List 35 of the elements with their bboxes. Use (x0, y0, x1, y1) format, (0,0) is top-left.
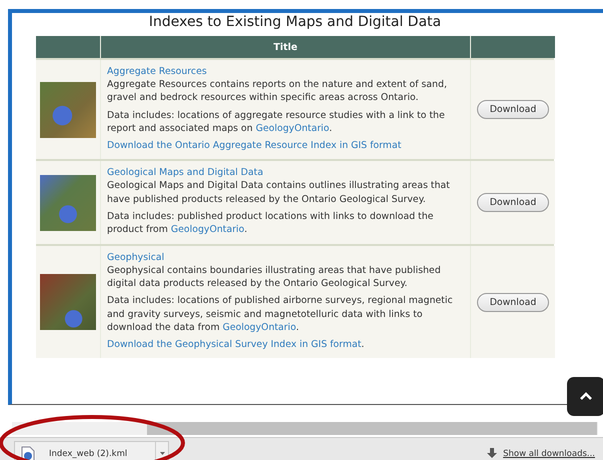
download-button[interactable]: Download (477, 292, 549, 312)
file-icon (21, 446, 35, 460)
item-title-link[interactable]: Geophysical (107, 250, 164, 264)
page-heading: Indexes to Existing Maps and Digital Data (148, 13, 442, 32)
download-button[interactable]: Download (477, 193, 549, 212)
geologyontario-link[interactable]: GeologyOntario (222, 322, 296, 333)
column-header: Title (101, 36, 470, 58)
gis-download-link[interactable]: Download the Ontario Aggregate Resource Index in GIS format (107, 140, 402, 152)
download-button[interactable]: Download (477, 100, 549, 120)
dropdown-button[interactable] (155, 442, 168, 460)
horizontal-scrollbar[interactable] (12, 422, 598, 435)
gis-download-link[interactable]: Download the Geophysical Survey Index in GIS format (107, 339, 362, 350)
data-includes-text: Data includes: locations of published airborne surveys, regional magnetic and gravity surveys, seismic and magnetotelluric data with links to download the data from GeologyOntario. (107, 294, 454, 334)
data-includes-text: Data includes: published product locations with links to download the product from GeologyOntario. (107, 210, 434, 237)
item-description: Geophysical contains boundaries illustrating areas that have published digital data products released by the Ontario Geological Survey. (107, 264, 442, 290)
item-title-link[interactable]: Aggregate Resources (107, 65, 207, 78)
item-title-link[interactable]: Geological Maps and Digital Data (107, 166, 264, 180)
header-cell (36, 36, 100, 58)
caret-icon (160, 452, 164, 455)
download-item[interactable]: Index_web (2).kml (14, 440, 169, 460)
scroll-to-top-button[interactable] (567, 377, 603, 416)
item-description: Geological Maps and Digital Data contains outlines illustrating areas that have published products released by the Ontario Geological Survey. (107, 179, 451, 206)
period-text: . (361, 339, 364, 350)
scrollbar-thumb[interactable] (147, 422, 597, 435)
chevron-up-icon (579, 392, 593, 401)
download-arrow-icon (487, 448, 498, 459)
map-thumbnail (40, 174, 96, 231)
map-thumbnail (40, 274, 96, 330)
file-name: Index_web (2).kml (49, 448, 128, 458)
data-includes-text: Data includes: locations of aggregate resource studies with a link to the report and associated maps on GeologyOntario. (107, 108, 446, 136)
geologyontario-link[interactable]: GeologyOntario (256, 122, 330, 134)
item-description: Aggregate Resources contains reports on the nature and extent of sand, gravel and bedrock resources within specific areas across Ontario. (107, 78, 448, 105)
map-thumbnail (40, 82, 96, 138)
geologyontario-link[interactable]: GeologyOntario (170, 224, 244, 236)
show-all-downloads-link[interactable]: Show all downloads... (503, 448, 595, 458)
